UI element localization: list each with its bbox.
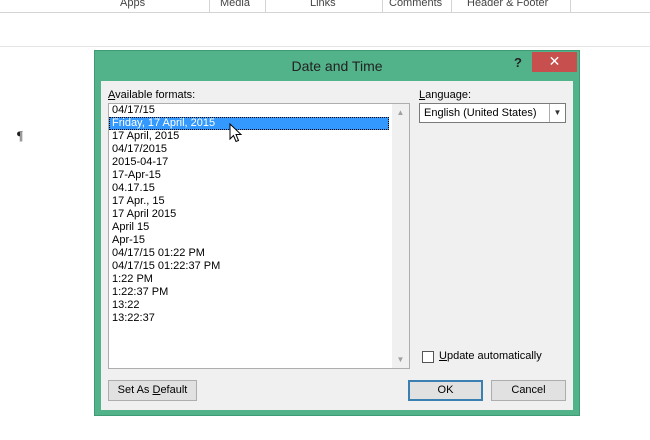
formats-list: 04/17/15 Friday, 17 April, 2015 17 April, … <box>109 104 393 325</box>
format-list-item[interactable]: 17 Apr., 15 <box>109 195 393 208</box>
dialog-titlebar[interactable]: Date and Time ? ✕ <box>95 51 579 81</box>
cancel-button[interactable]: Cancel <box>491 380 566 401</box>
format-list-item[interactable]: 17 April 2015 <box>109 208 393 221</box>
format-list-item[interactable]: April 15 <box>109 221 393 234</box>
ribbon-group-comments: Comments <box>389 0 443 9</box>
ribbon-separator <box>451 0 452 12</box>
ribbon-group-apps: Apps <box>120 0 146 9</box>
ribbon-group-labels: Apps Media Links Comments Header & Foote… <box>0 0 650 13</box>
ribbon-group-media: Media <box>220 0 250 9</box>
format-list-item[interactable]: Friday, 17 April, 2015 <box>109 117 389 130</box>
ribbon-separator <box>570 0 571 12</box>
dialog-client-area: Available formats: 04/17/15 Friday, 17 Ap… <box>101 81 573 410</box>
format-list-item[interactable]: Apr-15 <box>109 234 393 247</box>
ok-button[interactable]: OK <box>408 380 483 401</box>
dialog-title: Date and Time <box>291 58 383 74</box>
close-icon: ✕ <box>548 53 561 69</box>
format-list-item[interactable]: 17 April, 2015 <box>109 130 393 143</box>
format-list-item[interactable]: 04.17.15 <box>109 182 393 195</box>
format-list-item[interactable]: 1:22:37 PM <box>109 286 393 299</box>
close-button[interactable]: ✕ <box>532 52 577 72</box>
document-ruler-line <box>0 46 650 47</box>
ribbon-group-header-footer: Header & Footer <box>467 0 549 9</box>
paragraph-mark: ¶ <box>17 128 23 143</box>
scroll-up-icon[interactable]: ▲ <box>392 104 409 121</box>
ribbon-separator <box>382 0 383 12</box>
format-list-item[interactable]: 13:22:37 <box>109 312 393 325</box>
set-as-default-button[interactable]: Set As Default <box>108 380 197 401</box>
format-list-item[interactable]: 1:22 PM <box>109 273 393 286</box>
format-list-item[interactable]: 04/17/15 <box>109 104 393 117</box>
ribbon-separator <box>209 0 210 12</box>
help-button[interactable]: ? <box>509 54 527 72</box>
ribbon-group-links: Links <box>310 0 336 9</box>
format-list-item[interactable]: 04/17/15 01:22 PM <box>109 247 393 260</box>
language-label: Language: <box>419 89 472 101</box>
available-formats-listbox[interactable]: 04/17/15 Friday, 17 April, 2015 17 April, … <box>108 103 410 369</box>
language-select[interactable]: English (United States) ▼ <box>419 103 566 123</box>
date-time-dialog: Date and Time ? ✕ Available formats: 04/… <box>94 50 580 416</box>
format-list-item[interactable]: 04/17/15 01:22:37 PM <box>109 260 393 273</box>
listbox-scrollbar[interactable]: ▲ ▼ <box>392 104 409 368</box>
ribbon-separator <box>265 0 266 12</box>
available-formats-label: Available formats: <box>108 89 196 101</box>
chevron-down-icon[interactable]: ▼ <box>549 104 565 122</box>
scroll-down-icon[interactable]: ▼ <box>392 351 409 368</box>
mouse-pointer-icon <box>229 123 243 143</box>
format-list-item[interactable]: 04/17/2015 <box>109 143 393 156</box>
format-list-item[interactable]: 17-Apr-15 <box>109 169 393 182</box>
format-list-item[interactable]: 13:22 <box>109 299 393 312</box>
language-select-value: English (United States) <box>424 107 537 119</box>
update-automatically-label[interactable]: Update automatically <box>439 350 542 362</box>
format-list-item[interactable]: 2015-04-17 <box>109 156 393 169</box>
update-automatically-checkbox[interactable] <box>422 351 434 363</box>
